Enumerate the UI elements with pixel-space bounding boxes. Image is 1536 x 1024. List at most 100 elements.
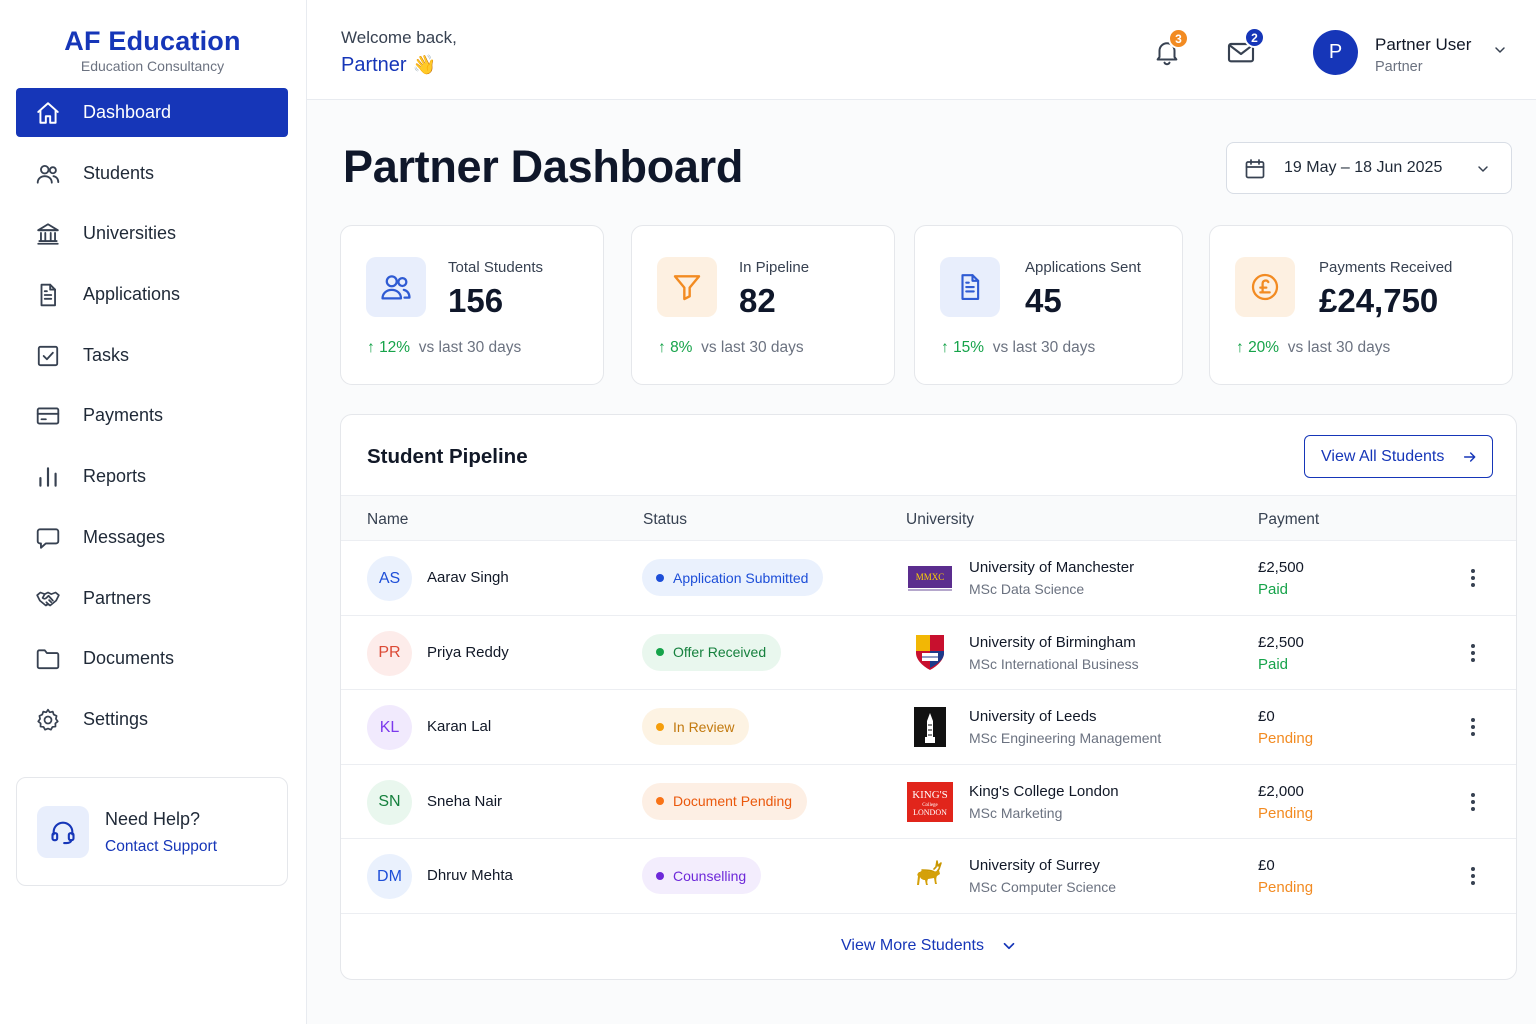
trend-text: vs last 30 days [701,339,804,356]
status-text: Offer Received [673,644,767,660]
student-initials-avatar: KL [367,705,412,750]
sidebar-item-label: Applications [83,284,181,305]
date-range-text: 19 May – 18 Jun 2025 [1284,159,1443,176]
sidebar-item-payments[interactable]: Payments [16,391,288,440]
user-avatar[interactable]: P [1313,30,1358,75]
manchester-logo: MMXC [908,566,952,591]
sidebar-item-applications[interactable]: Applications [16,270,288,319]
sidebar-item-universities[interactable]: Universities [16,209,288,258]
chevron-down-icon[interactable] [1492,42,1508,58]
top-bar: Welcome back, Partner 👋 3 2 P Partner Use… [307,0,1536,100]
column-header-university[interactable]: University [906,511,974,529]
payment-amount: £2,000 [1258,782,1304,800]
stat-value: 45 [1025,282,1062,319]
table-row[interactable]: AS Aarav Singh Application Submitted MMX… [341,541,1516,616]
surrey-stag-logo [917,860,942,885]
sidebar-item-students[interactable]: Students [16,149,288,198]
institution-icon [37,223,59,246]
column-header-payment[interactable]: Payment [1258,511,1319,529]
brand-name: AF Education [64,26,241,56]
sidebar-item-label: Payments [83,405,164,426]
users-icon [366,257,426,317]
table-header: Name Status University Payment [341,495,1516,541]
users-icon [36,164,60,184]
messages-badge: 2 [1244,27,1265,48]
payment-status: Paid [1258,581,1289,598]
more-options-icon[interactable] [1463,566,1483,590]
status-badge: Application Submitted [642,559,824,596]
gear-icon [37,708,59,731]
stat-card-applications-sent[interactable]: Applications Sent 45 ↑ 15% vs last 30 da… [914,225,1183,385]
document-icon [40,283,56,307]
university-name: University of Surrey [969,857,1100,874]
payment-status: Pending [1258,879,1314,896]
student-name[interactable]: Dhruv Mehta [427,867,513,884]
more-options-icon[interactable] [1463,864,1483,888]
table-row[interactable]: PR Priya Reddy Offer Received University… [341,616,1516,690]
sidebar-item-label: Messages [83,526,166,547]
column-header-name[interactable]: Name [367,511,408,529]
contact-support-link[interactable]: Contact Support [105,838,217,856]
stat-value: 82 [739,282,776,319]
column-header-status[interactable]: Status [643,511,687,529]
svg-text:KING'S: KING'S [912,789,948,801]
sidebar-item-settings[interactable]: Settings [16,695,288,744]
student-name[interactable]: Aarav Singh [427,569,509,586]
student-name[interactable]: Karan Lal [427,718,491,735]
user-name[interactable]: Partner User [1375,35,1471,55]
brand-subtitle: Education Consultancy [80,58,225,74]
status-dot [656,797,664,805]
student-name[interactable]: Sneha Nair [427,793,502,810]
notifications-button[interactable]: 3 [1147,28,1189,72]
stat-trend: ↑ 8% vs last 30 days [658,339,804,357]
more-options-icon[interactable] [1463,641,1483,665]
kings-college-logo: KING'S College LONDON [907,781,953,822]
more-options-icon[interactable] [1463,715,1483,739]
sidebar-item-label: Documents [83,648,175,669]
waving-hand-icon: 👋 [412,55,437,76]
sidebar-item-label: Partners [83,587,152,608]
table-row[interactable]: DM Dhruv Mehta Counselling University of… [341,839,1516,914]
sidebar-item-messages[interactable]: Messages [16,513,288,562]
course-name: MSc Computer Science [969,879,1117,895]
stat-card-payments-received[interactable]: Payments Received £24,750 ↑ 20% vs last … [1209,225,1513,385]
payment-amount: £0 [1258,857,1275,874]
status-dot [656,722,664,731]
payment-status: Pending [1258,730,1314,747]
view-more-students-button[interactable]: View More Students [341,937,1516,955]
sidebar-item-reports[interactable]: Reports [16,452,288,501]
stat-card-total-students[interactable]: Total Students 156 ↑ 12% vs last 30 days [340,225,604,385]
more-options-icon[interactable] [1463,790,1483,814]
status-badge: Counselling [642,857,762,894]
chevron-down-icon [1478,166,1488,172]
arrow-up-icon: ↑ [1236,339,1244,356]
brand[interactable]: AF Education Education Consultancy [0,26,305,74]
svg-text:LONDON: LONDON [913,808,947,817]
stat-value: 156 [448,282,504,319]
home-icon [37,102,59,124]
sidebar-item-label: Universities [83,223,177,244]
sidebar-item-label: Students [83,162,155,183]
table-row[interactable]: KL Karan Lal In Review University of Lee… [341,690,1516,765]
chat-bubble-icon [36,528,60,549]
filter-icon [657,257,717,317]
view-all-students-button[interactable]: View All Students [1304,435,1493,478]
arrow-up-icon: ↑ [941,339,949,356]
stat-card-in-pipeline[interactable]: In Pipeline 82 ↑ 8% vs last 30 days [631,225,895,385]
student-initials-avatar: AS [367,556,412,601]
sidebar-item-documents[interactable]: Documents [16,634,288,683]
sidebar-item-dashboard[interactable]: Dashboard [16,88,288,137]
date-range-picker[interactable]: 19 May – 18 Jun 2025 [1226,142,1512,194]
student-name[interactable]: Priya Reddy [427,644,509,661]
sidebar-item-tasks[interactable]: Tasks [16,331,288,380]
sidebar-item-partners[interactable]: Partners [16,574,288,623]
sidebar-nav: Dashboard Students Universities Applicat… [16,88,288,756]
status-text: Application Submitted [673,569,809,586]
messages-button[interactable]: 2 [1222,27,1265,72]
stat-trend: ↑ 15% vs last 30 days [941,339,1095,357]
folder-icon [36,649,60,670]
stat-trend: ↑ 20% vs last 30 days [1236,339,1390,357]
course-name: MSc Engineering Management [969,730,1162,746]
stat-label: In Pipeline [739,259,810,276]
table-row[interactable]: SN Sneha Nair Document Pending KING'S Co… [341,765,1516,839]
